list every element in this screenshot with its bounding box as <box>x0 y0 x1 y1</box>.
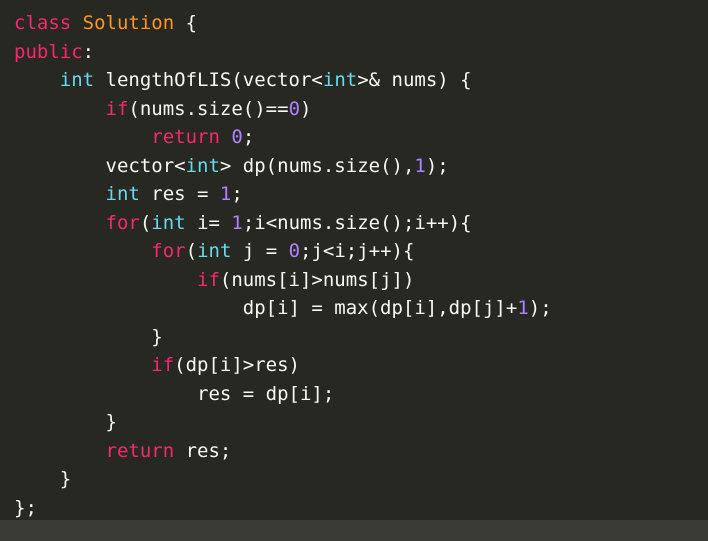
code-line: } <box>14 323 708 352</box>
code-token-plain: : <box>82 40 95 63</box>
code-line: for(int j = 0;j<i;j++){ <box>14 237 708 266</box>
code-token-plain: } <box>14 411 117 433</box>
code-token-plain: >& nums) { <box>357 69 472 91</box>
code-line: }; <box>14 494 708 521</box>
code-token-plain: { <box>174 12 198 34</box>
code-token-number: 0 <box>288 240 301 262</box>
code-line: dp[i] = max(dp[i],dp[j]+1); <box>14 294 708 323</box>
code-line: return 0; <box>14 123 708 152</box>
code-token-keyword: return <box>105 439 175 462</box>
code-token-type: int <box>105 183 140 205</box>
code-token-plain: ); <box>528 297 552 319</box>
code-token-type: int <box>322 69 358 91</box>
code-viewer: class Solution {public: int lengthOfLIS(… <box>0 0 708 541</box>
code-token-number: 1 <box>517 297 529 319</box>
code-line: public: <box>14 38 708 67</box>
code-token-plain: (dp[i]>res) <box>174 354 301 376</box>
code-token-keyword: public <box>14 40 83 63</box>
code-token-keyword: class <box>14 12 72 34</box>
code-token-keyword: if <box>105 97 129 120</box>
code-token-type: int <box>185 154 220 177</box>
code-token-plain: res = dp[i]; <box>14 382 335 405</box>
code-token-plain: res = <box>139 183 220 205</box>
code-line: if(nums.size()==0) <box>14 95 708 124</box>
code-line: for(int i= 1;i<nums.size();i++){ <box>14 209 708 238</box>
code-token-class-name: Solution <box>82 12 175 34</box>
code-token-number: 0 <box>231 126 243 148</box>
code-line: if(dp[i]>res) <box>14 351 708 380</box>
code-token-plain: ; <box>231 183 243 205</box>
code-token-keyword: return <box>151 126 220 148</box>
code-token-plain: ;i<nums.size();i++){ <box>242 211 472 234</box>
code-token-number: 1 <box>414 154 426 177</box>
code-token-plain: ; <box>242 126 255 148</box>
code-line: vector<int> dp(nums.size(),1); <box>14 152 708 181</box>
code-token-plain: ( <box>139 211 152 234</box>
code-token-plain: lengthOfLIS(vector< <box>94 69 323 91</box>
code-token-plain: ); <box>425 154 449 177</box>
code-token-type: int <box>59 69 95 91</box>
code-token-plain: ) <box>300 97 312 120</box>
code-token-number: 1 <box>231 211 243 234</box>
code-token-plain: ( <box>185 240 198 262</box>
code-token-type: int <box>151 211 186 234</box>
code-token-keyword: if <box>151 354 175 376</box>
code-line: res = dp[i]; <box>14 380 708 409</box>
code-token-type: int <box>197 240 232 262</box>
code-token-number: 1 <box>219 183 232 205</box>
code-line: } <box>14 408 708 437</box>
code-token-plain: (nums.size()== <box>128 97 289 120</box>
horizontal-scrollbar[interactable] <box>0 520 708 541</box>
code-token-plain: }; <box>14 496 37 519</box>
code-token-plain: j = <box>231 240 289 262</box>
code-token-number: 0 <box>288 97 301 120</box>
code-token-plain: (nums[i]>nums[j]) <box>219 268 415 291</box>
code-line: if(nums[i]>nums[j]) <box>14 266 708 295</box>
code-line: class Solution { <box>14 9 708 38</box>
code-token-plain: i= <box>185 211 232 234</box>
code-token-keyword: for <box>105 211 140 234</box>
code-token-plain: > dp(nums.size(), <box>219 154 415 177</box>
code-line: int lengthOfLIS(vector<int>& nums) { <box>14 66 708 95</box>
code-token-plain: } <box>14 325 163 348</box>
code-token-keyword: if <box>197 268 220 291</box>
code-line: return res; <box>14 437 708 466</box>
code-token-plain: dp[i] = max(dp[i],dp[j]+ <box>14 297 518 319</box>
code-token-plain: res; <box>174 439 232 462</box>
code-line: } <box>14 465 708 494</box>
code-token-plain: } <box>14 468 72 490</box>
code-line: int res = 1; <box>14 180 708 209</box>
code-token-plain: vector< <box>14 154 186 177</box>
code-token-plain: ;j<i;j++){ <box>300 240 415 262</box>
code-editor-surface[interactable]: class Solution {public: int lengthOfLIS(… <box>0 0 708 520</box>
code-token-keyword: for <box>151 240 186 262</box>
